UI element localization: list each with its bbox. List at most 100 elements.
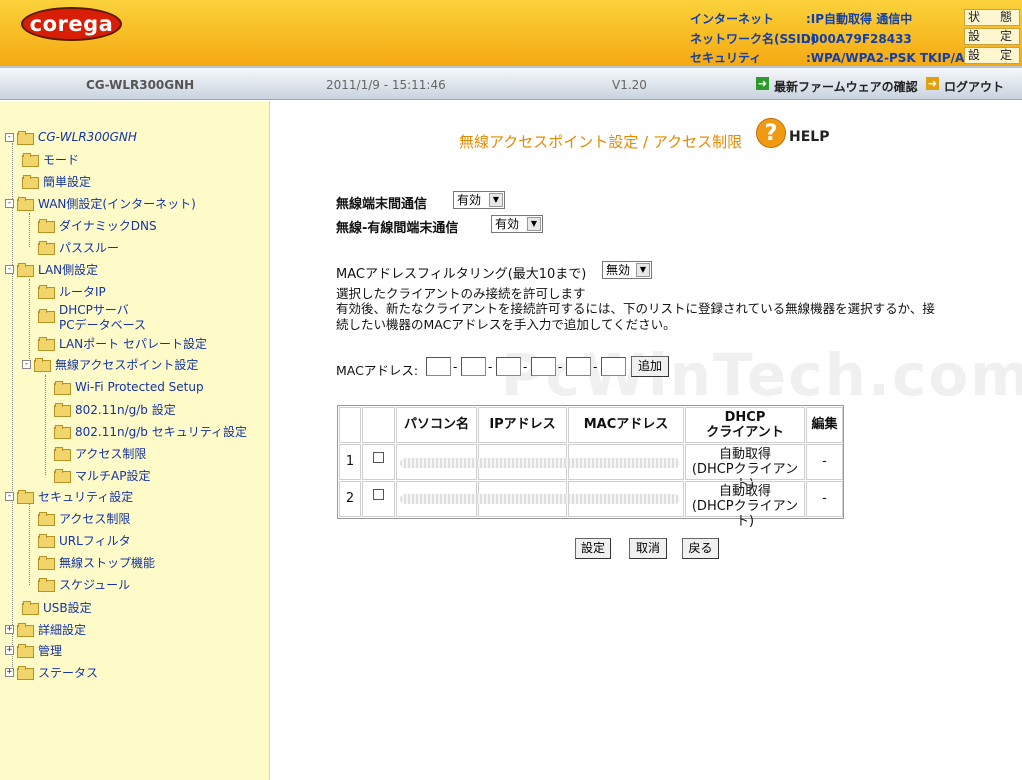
help-icon[interactable]: ? (756, 118, 786, 148)
tree-item-url-filter[interactable]: URLフィルタ (38, 532, 131, 548)
folder-icon (17, 666, 34, 680)
tree-item-router-ip[interactable]: ルータIP (38, 283, 106, 299)
mac-separator: - (453, 360, 458, 374)
add-mac-button[interactable]: 追加 (631, 356, 669, 377)
chevron-down-icon: ▼ (527, 217, 541, 231)
tree-item-wan[interactable]: - WAN側設定(インターネット) (5, 195, 196, 211)
tree-item-status[interactable]: + ステータス (5, 664, 98, 680)
table-header-pc-name: パソコン名 (396, 407, 477, 443)
folder-icon (22, 175, 39, 189)
security-status: セキュリティ:WPA/WPA2-PSK TKIP/AES (690, 51, 982, 65)
help-link[interactable]: HELP (789, 129, 829, 145)
corega-logo[interactable]: corega (21, 7, 122, 41)
row-1-number: 1 (339, 444, 361, 480)
tree-item-wireless-stop[interactable]: 無線ストップ機能 (38, 554, 155, 570)
mac-octet-3-input[interactable] (496, 357, 521, 376)
row-1-checkbox[interactable] (373, 452, 384, 463)
save-button[interactable]: 設定 (575, 538, 611, 559)
tree-item-dhcp-server[interactable]: DHCPサーバ PCデータベース (38, 303, 146, 333)
table-header-check (362, 407, 395, 443)
table-header-dhcp: DHCP クライアント (685, 407, 805, 443)
tree-item-access-restriction[interactable]: アクセス制限 (38, 510, 130, 526)
mac-octet-2-input[interactable] (461, 357, 486, 376)
settings-button-1[interactable]: 設 定 (964, 28, 1020, 45)
row-1-dhcp: 自動取得 (DHCPクライアント) (685, 444, 805, 492)
info-bar: CG-WLR300GNH 2011/1/9 - 15:11:46 V1.20 ➜… (0, 66, 1022, 100)
wired-terminal-label: 無線-有線間端末通信 (336, 221, 459, 236)
tree-item-security[interactable]: - セキュリティ設定 (5, 488, 133, 504)
folder-icon (38, 337, 55, 351)
tree-item-access-restriction-wireless[interactable]: アクセス制限 (54, 445, 146, 461)
table-header-edit: 編集 (806, 407, 843, 443)
page-title: 無線アクセスポイント設定 / アクセス制限 (459, 133, 743, 151)
tree-item-80211-settings[interactable]: 802.11n/g/b 設定 (54, 401, 176, 417)
tree-item-wireless-ap[interactable]: - 無線アクセスポイント設定 (22, 356, 198, 372)
logout-link[interactable]: ログアウト (944, 78, 1004, 95)
row-2-edit[interactable]: - (806, 481, 843, 517)
internet-status: インターネット:IP自動取得 通信中 (690, 12, 913, 26)
tree-item-admin[interactable]: + 管理 (5, 642, 62, 658)
firmware-check-link[interactable]: 最新ファームウェアの確認 (774, 78, 918, 95)
status-button[interactable]: 状 態 (964, 9, 1020, 26)
folder-icon (54, 447, 71, 461)
folder-icon (38, 578, 55, 592)
tree-item-multi-ap[interactable]: マルチAP設定 (54, 467, 150, 483)
datetime: 2011/1/9 - 15:11:46 (326, 78, 446, 92)
ssid-status: ネットワーク名(SSID):000A79F28433 (690, 32, 912, 46)
redacted-data (400, 458, 680, 468)
folder-icon (38, 556, 55, 570)
navigation-tree: - CG-WLR300GNH モード 簡単設定 - WAN側設定(インターネット) … (0, 101, 270, 780)
mac-octet-6-input[interactable] (601, 357, 626, 376)
row-2-checkbox[interactable] (373, 489, 384, 500)
mac-octet-5-input[interactable] (566, 357, 591, 376)
firmware-version: V1.20 (612, 78, 647, 92)
mac-filter-select[interactable]: 無効 ▼ (602, 261, 652, 279)
tree-item-mode[interactable]: モード (22, 151, 79, 167)
mac-filter-label: MACアドレスフィルタリング(最大10まで) (336, 267, 587, 282)
tree-item-usb[interactable]: USB設定 (22, 599, 92, 615)
row-1-cell (362, 444, 395, 480)
row-1-edit[interactable]: - (806, 444, 843, 480)
top-header: corega インターネット:IP自動取得 通信中 ネットワーク名(SSID):… (0, 0, 1022, 66)
table-header-ip: IPアドレス (478, 407, 567, 443)
redacted-data (400, 494, 680, 504)
tree-item-schedule[interactable]: スケジュール (38, 576, 130, 592)
tree-item-80211-security[interactable]: 802.11n/g/b セキュリティ設定 (54, 423, 247, 439)
mac-separator: - (488, 360, 493, 374)
folder-icon (38, 309, 55, 323)
tree-item-lan[interactable]: - LAN側設定 (5, 261, 98, 277)
tree-item-passthrough[interactable]: パススルー (38, 239, 119, 255)
folder-icon (38, 285, 55, 299)
cancel-button[interactable]: 取消 (629, 538, 667, 559)
folder-icon (54, 469, 71, 483)
folder-icon (54, 425, 71, 439)
tree-item-lan-port-separate[interactable]: LANポート セパレート設定 (38, 335, 207, 351)
tree-item-wps[interactable]: Wi-Fi Protected Setup (54, 379, 204, 395)
tree-root[interactable]: - CG-WLR300GNH (5, 129, 137, 145)
model-name: CG-WLR300GNH (86, 78, 195, 92)
settings-button-2[interactable]: 設 定 (964, 47, 1020, 64)
row-2-cell (362, 481, 395, 517)
folder-icon (17, 197, 34, 211)
wired-terminal-select[interactable]: 有効 ▼ (491, 215, 543, 233)
tree-item-quick-setup[interactable]: 簡単設定 (22, 173, 91, 189)
folder-icon (22, 601, 39, 615)
chevron-down-icon: ▼ (489, 193, 503, 207)
tree-item-ddns[interactable]: ダイナミックDNS (38, 217, 157, 233)
mac-address-label: MACアドレス: (336, 363, 419, 378)
main-content: PcWinTech.com 無線アクセスポイント設定 / アクセス制限 ? HE… (271, 101, 1022, 780)
tree-item-advanced[interactable]: + 詳細設定 (5, 621, 86, 637)
folder-icon (38, 512, 55, 526)
folder-icon (17, 263, 34, 277)
folder-icon (54, 381, 71, 395)
folder-icon (38, 534, 55, 548)
wireless-terminal-select[interactable]: 有効 ▼ (453, 191, 505, 209)
row-2-dhcp: 自動取得 (DHCPクライアント) (685, 481, 805, 529)
mac-octet-1-input[interactable] (426, 357, 451, 376)
mac-octet-4-input[interactable] (531, 357, 556, 376)
back-button[interactable]: 戻る (682, 538, 719, 559)
mac-separator: - (523, 360, 528, 374)
folder-icon (17, 623, 34, 637)
chevron-down-icon: ▼ (636, 263, 650, 277)
table-header-no (339, 407, 361, 443)
